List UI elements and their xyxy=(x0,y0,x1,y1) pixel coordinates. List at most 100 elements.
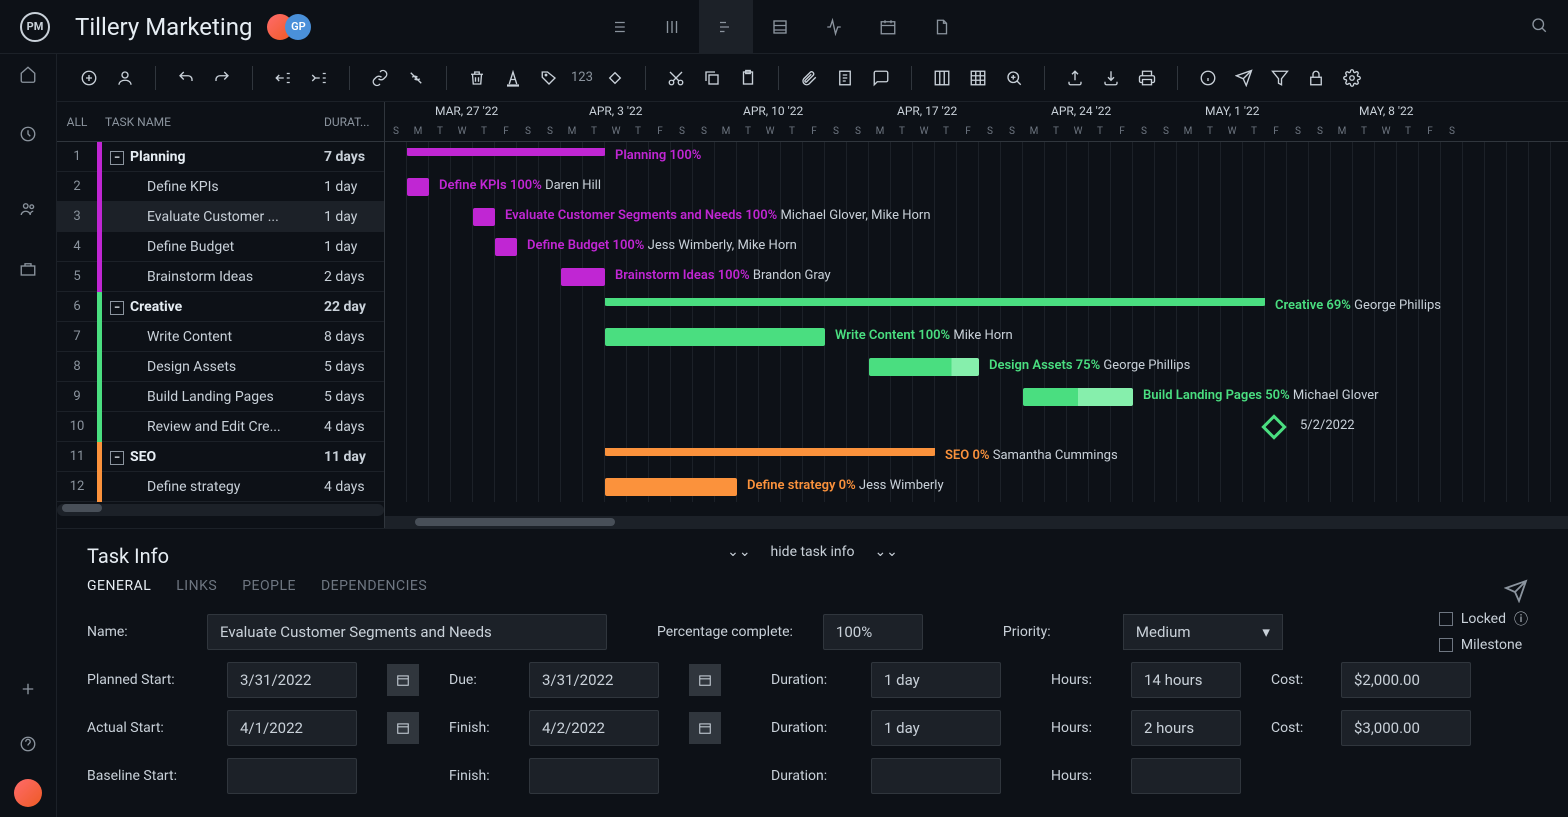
app-logo[interactable]: PM xyxy=(20,12,50,42)
table-row[interactable]: 8 Design Assets 5 days xyxy=(57,352,384,382)
help-icon[interactable] xyxy=(8,724,48,764)
table-row[interactable]: 12 Define strategy 4 days xyxy=(57,472,384,502)
table-row[interactable]: 11 −SEO 11 day xyxy=(57,442,384,472)
undo-icon[interactable] xyxy=(172,64,200,92)
milestone-checkbox[interactable] xyxy=(1439,638,1453,652)
calendar-icon[interactable] xyxy=(387,712,419,744)
cost2-input[interactable] xyxy=(1341,710,1471,746)
assign-icon[interactable] xyxy=(111,64,139,92)
info-icon[interactable]: ⓘ xyxy=(1514,609,1528,629)
gantt-bar[interactable] xyxy=(561,268,605,286)
unlink-icon[interactable] xyxy=(402,64,430,92)
collapse-toggle[interactable]: ⌄⌄hide task info⌄⌄ xyxy=(727,544,898,560)
activity-view-icon[interactable] xyxy=(807,0,861,54)
baseline-finish-input[interactable] xyxy=(529,758,659,794)
tab-links[interactable]: LINKS xyxy=(176,578,217,594)
gantt-bar[interactable] xyxy=(407,148,605,156)
calendar-view-icon[interactable] xyxy=(861,0,915,54)
info-icon[interactable] xyxy=(1194,64,1222,92)
pct-input[interactable] xyxy=(823,614,923,650)
milestone[interactable] xyxy=(1261,414,1286,439)
board-view-icon[interactable] xyxy=(645,0,699,54)
avatar-group[interactable]: GP xyxy=(267,14,311,40)
gantt-bar[interactable] xyxy=(605,478,737,496)
redo-icon[interactable] xyxy=(208,64,236,92)
link-icon[interactable] xyxy=(366,64,394,92)
list-view-icon[interactable] xyxy=(591,0,645,54)
export-icon[interactable] xyxy=(1061,64,1089,92)
import-icon[interactable] xyxy=(1097,64,1125,92)
grid-icon[interactable] xyxy=(964,64,992,92)
gantt-bar[interactable] xyxy=(473,208,495,226)
delete-icon[interactable] xyxy=(463,64,491,92)
priority-select[interactable]: Medium▾ xyxy=(1123,614,1283,650)
table-row[interactable]: 6 −Creative 22 day xyxy=(57,292,384,322)
actual-start-input[interactable] xyxy=(227,710,357,746)
table-row[interactable]: 1 −Planning 7 days xyxy=(57,142,384,172)
gantt-bar[interactable] xyxy=(605,298,1265,306)
table-row[interactable]: 4 Define Budget 1 day xyxy=(57,232,384,262)
table-row[interactable]: 2 Define KPIs 1 day xyxy=(57,172,384,202)
calendar-icon[interactable] xyxy=(689,712,721,744)
gantt-view-icon[interactable] xyxy=(699,0,753,54)
avatar[interactable]: GP xyxy=(285,14,311,40)
gantt-bar[interactable] xyxy=(495,238,517,256)
outdent-icon[interactable] xyxy=(269,64,297,92)
send-panel-icon[interactable] xyxy=(1504,579,1528,607)
lock-icon[interactable] xyxy=(1302,64,1330,92)
hours1-input[interactable] xyxy=(1131,662,1241,698)
add-task-icon[interactable] xyxy=(75,64,103,92)
gantt-bar[interactable] xyxy=(407,178,429,196)
filter-icon[interactable] xyxy=(1266,64,1294,92)
attach-icon[interactable] xyxy=(795,64,823,92)
home-icon[interactable] xyxy=(8,54,48,94)
recent-icon[interactable] xyxy=(8,114,48,154)
sheet-view-icon[interactable] xyxy=(753,0,807,54)
note-icon[interactable] xyxy=(831,64,859,92)
name-input[interactable] xyxy=(207,614,607,650)
col-duration[interactable]: DURAT... xyxy=(324,115,384,129)
baseline-hours-input[interactable] xyxy=(1131,758,1241,794)
col-all[interactable]: ALL xyxy=(57,115,97,129)
gantt-bar[interactable] xyxy=(605,448,935,456)
paste-icon[interactable] xyxy=(734,64,762,92)
baseline-start-input[interactable] xyxy=(227,758,357,794)
cut-icon[interactable] xyxy=(662,64,690,92)
comment-icon[interactable] xyxy=(867,64,895,92)
gantt-bar[interactable] xyxy=(1023,388,1133,406)
duration2-input[interactable] xyxy=(871,710,1001,746)
finish-input[interactable] xyxy=(529,710,659,746)
settings-icon[interactable] xyxy=(1338,64,1366,92)
calendar-icon[interactable] xyxy=(387,664,419,696)
gantt-bar[interactable] xyxy=(605,328,825,346)
table-row[interactable]: 10 Review and Edit Cre... 4 days xyxy=(57,412,384,442)
baseline-duration-input[interactable] xyxy=(871,758,1001,794)
user-avatar[interactable] xyxy=(14,779,42,807)
col-name[interactable]: TASK NAME xyxy=(97,115,324,129)
tab-general[interactable]: GENERAL xyxy=(87,578,151,594)
due-input[interactable] xyxy=(529,662,659,698)
table-row[interactable]: 3 Evaluate Customer ... 1 day xyxy=(57,202,384,232)
columns-icon[interactable] xyxy=(928,64,956,92)
gantt-bar[interactable] xyxy=(869,358,979,376)
hours2-input[interactable] xyxy=(1131,710,1241,746)
tab-dependencies[interactable]: DEPENDENCIES xyxy=(321,578,427,594)
add-icon[interactable] xyxy=(8,669,48,709)
team-icon[interactable] xyxy=(8,189,48,229)
calendar-icon[interactable] xyxy=(689,664,721,696)
zoom-icon[interactable] xyxy=(1000,64,1028,92)
cost1-input[interactable] xyxy=(1341,662,1471,698)
table-row[interactable]: 5 Brainstorm Ideas 2 days xyxy=(57,262,384,292)
print-icon[interactable] xyxy=(1133,64,1161,92)
planned-start-input[interactable] xyxy=(227,662,357,698)
tab-people[interactable]: PEOPLE xyxy=(242,578,296,594)
tag-icon[interactable] xyxy=(535,64,563,92)
file-view-icon[interactable] xyxy=(915,0,969,54)
milestone-icon[interactable] xyxy=(601,64,629,92)
indent-icon[interactable] xyxy=(305,64,333,92)
copy-icon[interactable] xyxy=(698,64,726,92)
gantt-chart[interactable]: MAR, 27 '22APR, 3 '22APR, 10 '22APR, 17 … xyxy=(385,102,1568,528)
table-row[interactable]: 7 Write Content 8 days xyxy=(57,322,384,352)
send-icon[interactable] xyxy=(1230,64,1258,92)
search-icon[interactable] xyxy=(1530,16,1548,38)
